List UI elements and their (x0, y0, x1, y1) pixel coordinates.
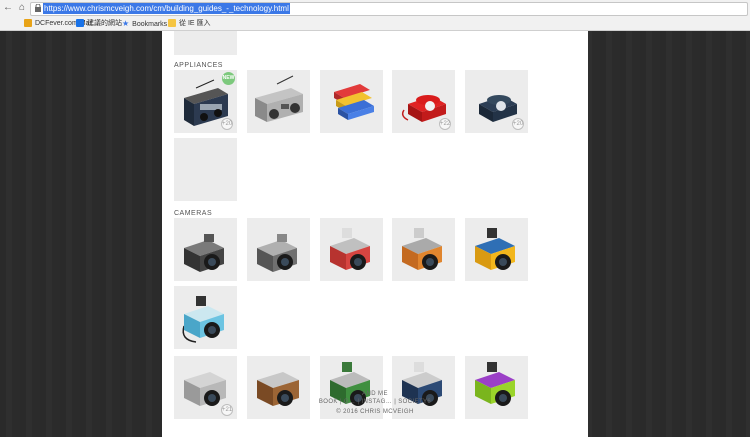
footer-line-1: AND ME (362, 391, 388, 397)
section-cameras: CAMERAS (174, 210, 213, 217)
new-badge: NEW (222, 72, 235, 85)
boombox-tile[interactable] (247, 70, 310, 133)
navy-phone-tile[interactable]: +20 (465, 70, 528, 133)
bookmark-ie-import[interactable]: 從 IE 匯入 (168, 18, 211, 29)
count-badge: +20 (512, 118, 524, 130)
cassettes-icon (334, 84, 374, 120)
back-icon[interactable]: ← (2, 2, 14, 14)
camera-icon (475, 228, 515, 270)
camera-icon (257, 234, 297, 272)
camera-grey-1[interactable] (174, 218, 237, 281)
camera-red[interactable] (320, 218, 383, 281)
camera-icon (184, 234, 224, 272)
empty-tile[interactable] (174, 138, 237, 201)
count-badge: +22 (439, 118, 451, 130)
bookmark-bookmarks[interactable]: ★ Bookmarks (122, 18, 167, 29)
camera-icon (330, 228, 370, 270)
url-text[interactable]: https://www.chrismcveigh.com/cm/building… (43, 3, 290, 14)
camera-icon (182, 296, 224, 343)
bookmarks-bar: DCFever.com Mar… 建議的網站 ★ Bookmarks 從 IE 匯… (0, 17, 750, 31)
url-field[interactable]: https://www.chrismcveigh.com/cm/building… (30, 2, 748, 16)
lock-icon (35, 4, 41, 12)
address-bar: ← ⌂ https://www.chrismcveigh.com/cm/buil… (0, 0, 750, 18)
footer-links[interactable]: BOOK | G… | INSTAG… | SOCIETY6 (162, 399, 588, 405)
star-icon: ★ (122, 19, 130, 28)
boombox-icon (255, 75, 303, 122)
radio-tile[interactable]: NEW +20 (174, 70, 237, 133)
section-appliances: APPLIANCES (174, 62, 223, 69)
folder-icon (168, 19, 176, 28)
dcfever-icon (24, 19, 32, 28)
camera-orange[interactable] (392, 218, 455, 281)
camera-icon (402, 228, 442, 270)
count-badge: +20 (221, 118, 233, 130)
red-phone-tile[interactable]: +22 (392, 70, 455, 133)
footer-copyright: © 2016 CHRIS MCVEIGH (336, 409, 414, 415)
suggested-sites-icon (76, 19, 84, 28)
cassettes-tile[interactable] (320, 70, 383, 133)
camera-yellow[interactable] (465, 218, 528, 281)
partial-tile[interactable] (174, 31, 237, 55)
home-icon[interactable]: ⌂ (16, 2, 28, 14)
bookmark-suggested[interactable]: 建議的網站 (76, 18, 122, 29)
camera-grey-2[interactable] (247, 218, 310, 281)
camera-blue[interactable] (174, 286, 237, 349)
